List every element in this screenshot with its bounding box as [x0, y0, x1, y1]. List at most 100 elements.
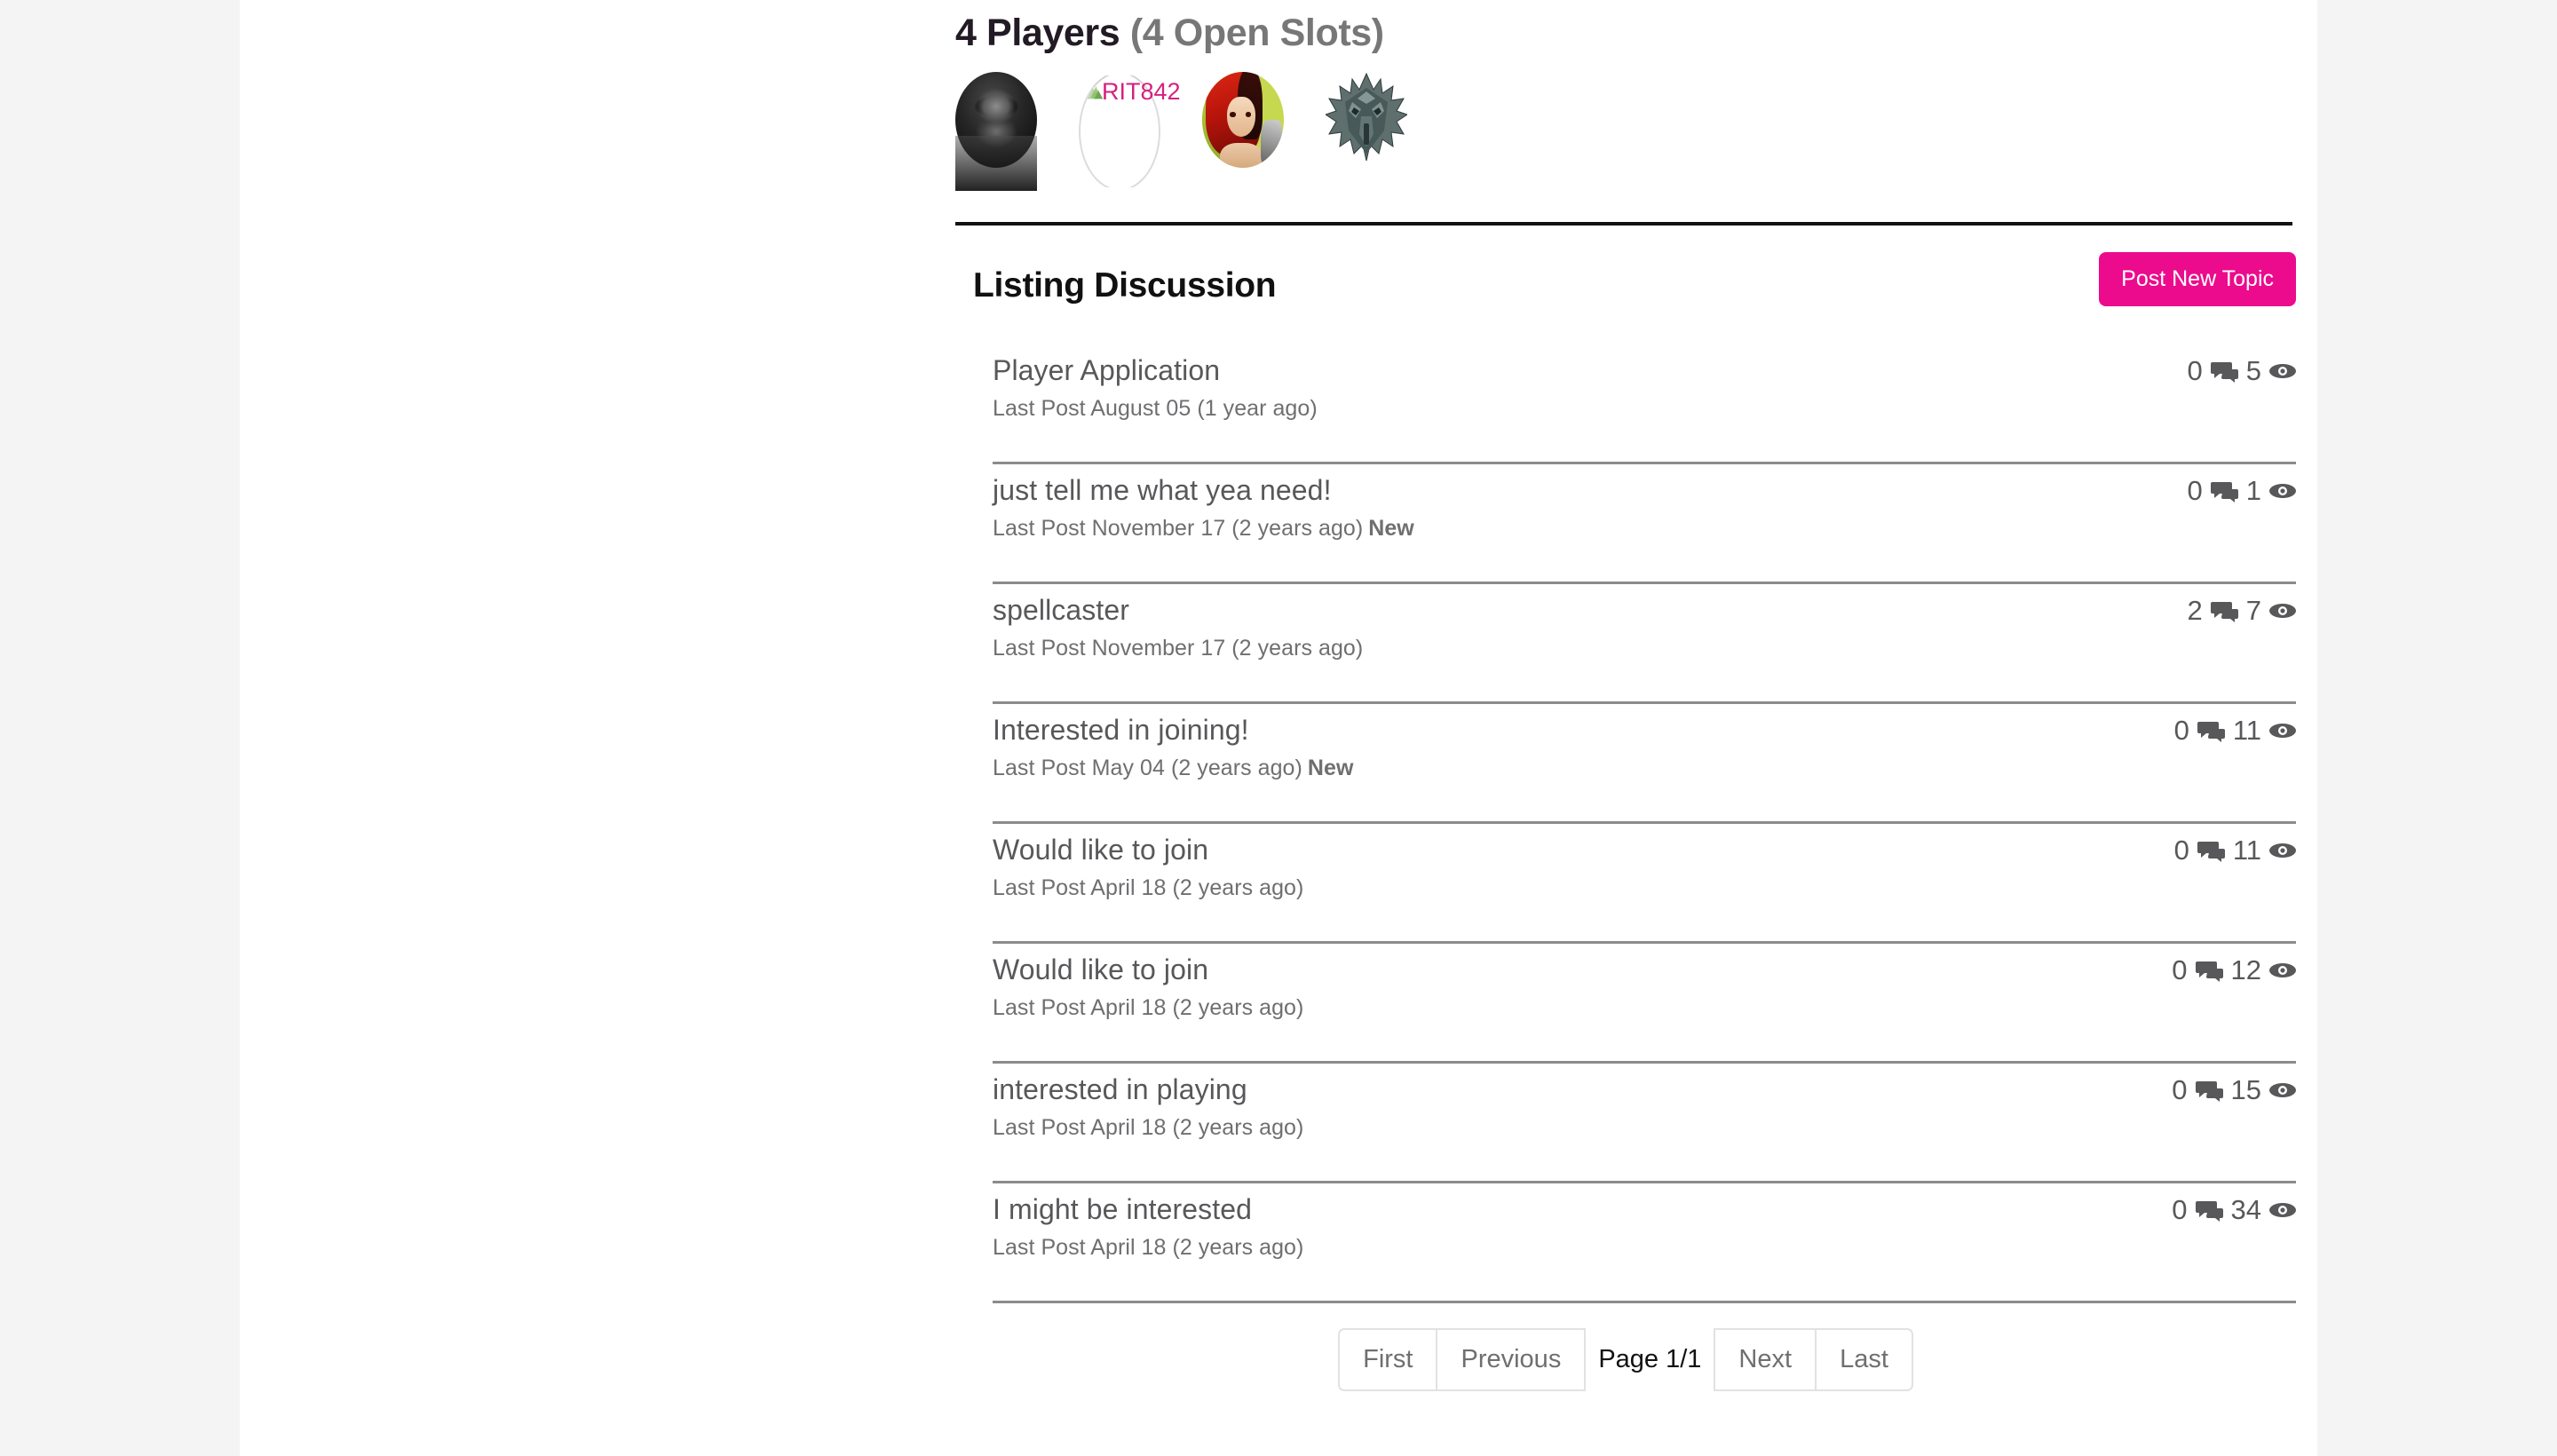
pagination-current-page: Page 1/1 [1586, 1328, 1714, 1392]
eye-icon [2269, 722, 2296, 740]
topic-stats: 0 34 [2172, 1194, 2296, 1226]
eye-icon [2269, 961, 2296, 979]
discussion-header: Listing Discussion Post New Topic [955, 252, 2296, 337]
comment-count: 0 [2173, 715, 2189, 746]
comment-count: 0 [2187, 355, 2203, 386]
topic-last-post: Last Post April 18 (2 years ago) [993, 994, 1304, 1020]
topic-meta: Last Post November 17 (2 years ago) New [993, 516, 2296, 542]
topic-meta: Last Post April 18 (2 years ago) [993, 875, 2296, 901]
comment-count: 0 [2187, 475, 2203, 506]
page-root: 4 Players (4 Open Slots) RIT842 Listing … [0, 0, 2557, 1456]
pagination: First Previous Page 1/1 Next Last [955, 1328, 2296, 1392]
pagination-first-button[interactable]: First [1338, 1328, 1438, 1392]
topic-title[interactable]: interested in playing [993, 1072, 2296, 1108]
comments-icon [2195, 960, 2223, 982]
topic-meta: Last Post August 05 (1 year ago) [993, 396, 2296, 422]
topic-row[interactable]: interested in playing Last Post April 18… [993, 1064, 2296, 1183]
comment-count: 0 [2172, 1074, 2188, 1105]
comments-icon [2195, 1199, 2223, 1222]
comments-icon [2210, 360, 2238, 383]
topic-last-post: Last Post November 17 (2 years ago) [993, 635, 1364, 661]
topic-title[interactable]: I might be interested [993, 1191, 2296, 1228]
eye-icon [2269, 842, 2296, 859]
topic-meta: Last Post April 18 (2 years ago) [993, 995, 2296, 1021]
player-avatar-1[interactable] [955, 72, 1037, 191]
post-new-topic-button[interactable]: Post New Topic [2099, 252, 2296, 306]
players-count: 4 Players [955, 12, 1120, 54]
anime-eye-right [1245, 112, 1252, 117]
topic-row[interactable]: just tell me what yea need! Last Post No… [993, 464, 2296, 584]
pagination-next-button[interactable]: Next [1714, 1328, 1816, 1392]
player-avatar-3[interactable] [1202, 72, 1284, 191]
view-count: 11 [2232, 715, 2261, 746]
topic-list: Player Application Last Post August 05 (… [955, 344, 2296, 1303]
topic-meta: Last Post November 17 (2 years ago) [993, 636, 2296, 661]
player-avatar-row: RIT842 [955, 72, 2296, 191]
topic-stats: 0 1 [2187, 475, 2296, 507]
topic-stats: 0 15 [2172, 1074, 2296, 1106]
players-heading: 4 Players (4 Open Slots) [955, 0, 2296, 52]
content-column: 4 Players (4 Open Slots) RIT842 Listing … [240, 0, 2317, 1456]
topic-meta: Last Post April 18 (2 years ago) [993, 1115, 2296, 1141]
comment-count: 2 [2187, 595, 2203, 626]
comments-icon [2210, 480, 2238, 502]
view-count: 1 [2245, 475, 2261, 506]
anime-eye-left [1230, 112, 1236, 117]
discussion-title: Listing Discussion [973, 266, 1277, 305]
open-slots-label: (4 Open Slots) [1129, 12, 1384, 54]
topic-new-badge: New [1368, 515, 1414, 541]
topic-title[interactable]: Interested in joining! [993, 712, 2296, 748]
topic-last-post: Last Post April 18 (2 years ago) [993, 874, 1304, 900]
view-count: 7 [2245, 595, 2261, 626]
anime-arm [1261, 120, 1283, 168]
player-avatar-2[interactable]: RIT842 [1079, 72, 1181, 191]
view-count: 12 [2230, 954, 2261, 985]
pagination-previous-button[interactable]: Previous [1437, 1328, 1587, 1392]
pagination-last-button[interactable]: Last [1815, 1328, 1913, 1392]
topic-meta: Last Post April 18 (2 years ago) [993, 1235, 2296, 1261]
topic-last-post: Last Post April 18 (2 years ago) [993, 1114, 1304, 1140]
topic-stats: 0 12 [2172, 954, 2296, 986]
eye-icon [2269, 482, 2296, 500]
comment-count: 0 [2172, 954, 2188, 985]
player-avatar-4[interactable] [1326, 72, 1407, 191]
view-count: 5 [2245, 355, 2261, 386]
comments-icon [2197, 840, 2225, 862]
topic-title[interactable]: just tell me what yea need! [993, 472, 2296, 509]
topic-title[interactable]: Would like to join [993, 832, 2296, 868]
section-divider [955, 222, 2292, 226]
broken-image-alt-text: RIT842 [1102, 78, 1181, 105]
broken-image-avatar: RIT842 [1079, 72, 1181, 191]
topic-meta: Last Post May 04 (2 years ago) New [993, 756, 2296, 781]
anime-body [1220, 142, 1263, 168]
topic-last-post: Last Post May 04 (2 years ago) [993, 755, 1302, 780]
comments-icon [2195, 1080, 2223, 1102]
view-count: 15 [2230, 1074, 2261, 1105]
view-count: 11 [2232, 835, 2261, 866]
wolf-medallion-avatar [1326, 72, 1407, 168]
topic-title[interactable]: Would like to join [993, 952, 2296, 988]
eye-icon [2269, 1081, 2296, 1099]
topic-stats: 0 5 [2187, 355, 2296, 387]
topic-title[interactable]: Player Application [993, 352, 2296, 389]
topic-row[interactable]: spellcaster Last Post November 17 (2 yea… [993, 584, 2296, 704]
topic-row[interactable]: Player Application Last Post August 05 (… [993, 344, 2296, 464]
topic-stats: 2 7 [2187, 595, 2296, 627]
skull-avatar [955, 72, 1037, 168]
topic-stats: 0 11 [2174, 715, 2296, 747]
comment-count: 0 [2173, 835, 2189, 866]
topic-title[interactable]: spellcaster [993, 592, 2296, 629]
comment-count: 0 [2172, 1194, 2188, 1225]
topic-last-post: Last Post November 17 (2 years ago) [993, 515, 1364, 541]
comments-icon [2197, 720, 2225, 742]
topic-last-post: Last Post August 05 (1 year ago) [993, 395, 1318, 421]
topic-row[interactable]: I might be interested Last Post April 18… [993, 1183, 2296, 1303]
eye-icon [2269, 362, 2296, 380]
topic-row[interactable]: Would like to join Last Post April 18 (2… [993, 824, 2296, 944]
anime-face [1226, 97, 1255, 138]
topic-row[interactable]: Interested in joining! Last Post May 04 … [993, 704, 2296, 824]
topic-new-badge: New [1307, 755, 1354, 780]
view-count: 34 [2230, 1194, 2261, 1225]
topic-row[interactable]: Would like to join Last Post April 18 (2… [993, 944, 2296, 1064]
topic-last-post: Last Post April 18 (2 years ago) [993, 1234, 1304, 1260]
